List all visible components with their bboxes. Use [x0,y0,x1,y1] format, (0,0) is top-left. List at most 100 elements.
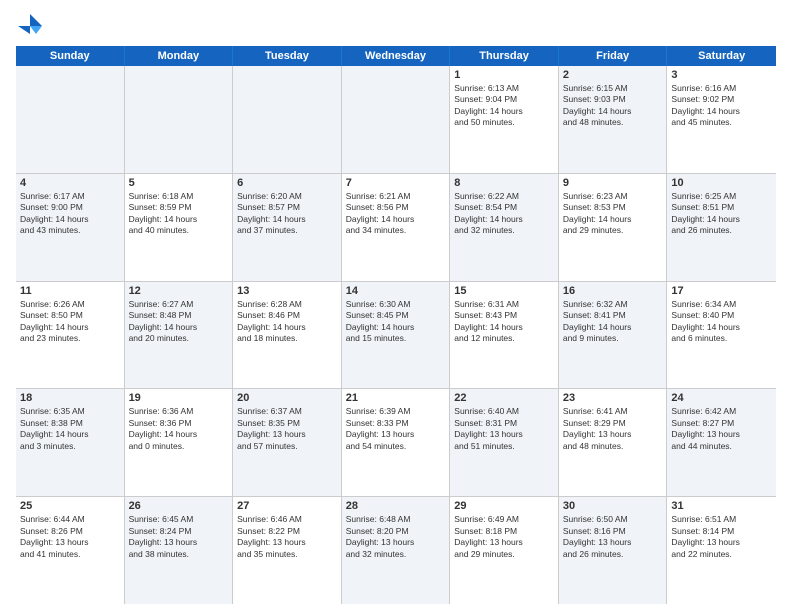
day-number: 1 [454,69,554,81]
cal-cell-empty-0-0 [16,66,125,173]
cal-cell-25: 25 Sunrise: 6:44 AM Sunset: 8:26 PM Dayli… [16,497,125,604]
cell-info: Sunrise: 6:23 AM Sunset: 8:53 PM Dayligh… [563,191,663,237]
day-number: 15 [454,285,554,297]
day-number: 22 [454,392,554,404]
day-number: 12 [129,285,229,297]
cal-cell-21: 21 Sunrise: 6:39 AM Sunset: 8:33 PM Dayli… [342,389,451,496]
cal-cell-15: 15 Sunrise: 6:31 AM Sunset: 8:43 PM Dayli… [450,282,559,389]
cal-cell-11: 11 Sunrise: 6:26 AM Sunset: 8:50 PM Dayli… [16,282,125,389]
cal-cell-6: 6 Sunrise: 6:20 AM Sunset: 8:57 PM Daylig… [233,174,342,281]
day-number: 27 [237,500,337,512]
cell-info: Sunrise: 6:30 AM Sunset: 8:45 PM Dayligh… [346,299,446,345]
calendar-body: 1Sunrise: 6:13 AM Sunset: 9:04 PM Daylig… [16,66,776,604]
cell-info: Sunrise: 6:41 AM Sunset: 8:29 PM Dayligh… [563,406,663,452]
cal-cell-31: 31 Sunrise: 6:51 AM Sunset: 8:14 PM Dayli… [667,497,776,604]
day-number: 21 [346,392,446,404]
day-number: 2 [563,69,663,81]
day-number: 13 [237,285,337,297]
header-day-saturday: Saturday [667,46,776,66]
cal-cell-12: 12 Sunrise: 6:27 AM Sunset: 8:48 PM Dayli… [125,282,234,389]
cal-cell-27: 27 Sunrise: 6:46 AM Sunset: 8:22 PM Dayli… [233,497,342,604]
day-number: 14 [346,285,446,297]
cell-info: Sunrise: 6:36 AM Sunset: 8:36 PM Dayligh… [129,406,229,452]
cal-cell-14: 14 Sunrise: 6:30 AM Sunset: 8:45 PM Dayli… [342,282,451,389]
cell-info: Sunrise: 6:22 AM Sunset: 8:54 PM Dayligh… [454,191,554,237]
cell-info: Sunrise: 6:25 AM Sunset: 8:51 PM Dayligh… [671,191,772,237]
logo [16,12,48,40]
header [16,12,776,40]
cal-cell-5: 5 Sunrise: 6:18 AM Sunset: 8:59 PM Daylig… [125,174,234,281]
cell-info: Sunrise: 6:15 AM Sunset: 9:03 PM Dayligh… [563,83,663,129]
day-number: 5 [129,177,229,189]
cell-info: Sunrise: 6:34 AM Sunset: 8:40 PM Dayligh… [671,299,772,345]
cell-info: Sunrise: 6:17 AM Sunset: 9:00 PM Dayligh… [20,191,120,237]
cal-cell-19: 19 Sunrise: 6:36 AM Sunset: 8:36 PM Dayli… [125,389,234,496]
week-row-2: 4 Sunrise: 6:17 AM Sunset: 9:00 PM Daylig… [16,174,776,282]
day-number: 24 [671,392,772,404]
cal-cell-23: 23 Sunrise: 6:41 AM Sunset: 8:29 PM Dayli… [559,389,668,496]
day-number: 18 [20,392,120,404]
cell-info: Sunrise: 6:32 AM Sunset: 8:41 PM Dayligh… [563,299,663,345]
cal-cell-empty-0-3 [342,66,451,173]
calendar: SundayMondayTuesdayWednesdayThursdayFrid… [16,46,776,604]
cell-info: Sunrise: 6:48 AM Sunset: 8:20 PM Dayligh… [346,514,446,560]
cal-cell-18: 18Sunrise: 6:35 AM Sunset: 8:38 PM Dayli… [16,389,125,496]
day-number: 16 [563,285,663,297]
day-number: 31 [671,500,772,512]
day-number: 20 [237,392,337,404]
cal-cell-30: 30 Sunrise: 6:50 AM Sunset: 8:16 PM Dayli… [559,497,668,604]
cal-cell-16: 16 Sunrise: 6:32 AM Sunset: 8:41 PM Dayli… [559,282,668,389]
cell-info: Sunrise: 6:18 AM Sunset: 8:59 PM Dayligh… [129,191,229,237]
cell-info: Sunrise: 6:45 AM Sunset: 8:24 PM Dayligh… [129,514,229,560]
calendar-header: SundayMondayTuesdayWednesdayThursdayFrid… [16,46,776,66]
day-number: 11 [20,285,120,297]
cal-cell-empty-0-2 [233,66,342,173]
day-number: 8 [454,177,554,189]
logo-icon [16,12,44,40]
cal-cell-22: 22 Sunrise: 6:40 AM Sunset: 8:31 PM Dayli… [450,389,559,496]
day-number: 4 [20,177,120,189]
day-number: 3 [671,69,772,81]
cell-info: Sunrise: 6:44 AM Sunset: 8:26 PM Dayligh… [20,514,120,560]
cell-info: Sunrise: 6:42 AM Sunset: 8:27 PM Dayligh… [671,406,772,452]
day-number: 6 [237,177,337,189]
cal-cell-13: 13Sunrise: 6:28 AM Sunset: 8:46 PM Dayli… [233,282,342,389]
cell-info: Sunrise: 6:20 AM Sunset: 8:57 PM Dayligh… [237,191,337,237]
day-number: 17 [671,285,772,297]
header-day-sunday: Sunday [16,46,125,66]
week-row-1: 1Sunrise: 6:13 AM Sunset: 9:04 PM Daylig… [16,66,776,174]
cell-info: Sunrise: 6:26 AM Sunset: 8:50 PM Dayligh… [20,299,120,345]
header-day-monday: Monday [125,46,234,66]
cell-info: Sunrise: 6:27 AM Sunset: 8:48 PM Dayligh… [129,299,229,345]
header-day-wednesday: Wednesday [342,46,451,66]
header-day-tuesday: Tuesday [233,46,342,66]
week-row-3: 11 Sunrise: 6:26 AM Sunset: 8:50 PM Dayli… [16,282,776,390]
day-number: 30 [563,500,663,512]
header-day-friday: Friday [559,46,668,66]
week-row-5: 25 Sunrise: 6:44 AM Sunset: 8:26 PM Dayli… [16,497,776,604]
cal-cell-17: 17 Sunrise: 6:34 AM Sunset: 8:40 PM Dayli… [667,282,776,389]
cell-info: Sunrise: 6:51 AM Sunset: 8:14 PM Dayligh… [671,514,772,560]
cell-info: Sunrise: 6:50 AM Sunset: 8:16 PM Dayligh… [563,514,663,560]
cell-info: Sunrise: 6:39 AM Sunset: 8:33 PM Dayligh… [346,406,446,452]
cal-cell-10: 10 Sunrise: 6:25 AM Sunset: 8:51 PM Dayli… [667,174,776,281]
day-number: 26 [129,500,229,512]
cal-cell-2: 2 Sunrise: 6:15 AM Sunset: 9:03 PM Daylig… [559,66,668,173]
week-row-4: 18Sunrise: 6:35 AM Sunset: 8:38 PM Dayli… [16,389,776,497]
cell-info: Sunrise: 6:21 AM Sunset: 8:56 PM Dayligh… [346,191,446,237]
day-number: 9 [563,177,663,189]
cal-cell-9: 9 Sunrise: 6:23 AM Sunset: 8:53 PM Daylig… [559,174,668,281]
day-number: 29 [454,500,554,512]
cell-info: Sunrise: 6:40 AM Sunset: 8:31 PM Dayligh… [454,406,554,452]
cal-cell-1: 1Sunrise: 6:13 AM Sunset: 9:04 PM Daylig… [450,66,559,173]
day-number: 23 [563,392,663,404]
cell-info: Sunrise: 6:31 AM Sunset: 8:43 PM Dayligh… [454,299,554,345]
cal-cell-3: 3Sunrise: 6:16 AM Sunset: 9:02 PM Daylig… [667,66,776,173]
cell-info: Sunrise: 6:46 AM Sunset: 8:22 PM Dayligh… [237,514,337,560]
day-number: 7 [346,177,446,189]
day-number: 19 [129,392,229,404]
day-number: 10 [671,177,772,189]
cal-cell-26: 26 Sunrise: 6:45 AM Sunset: 8:24 PM Dayli… [125,497,234,604]
cal-cell-20: 20Sunrise: 6:37 AM Sunset: 8:35 PM Dayli… [233,389,342,496]
day-number: 25 [20,500,120,512]
